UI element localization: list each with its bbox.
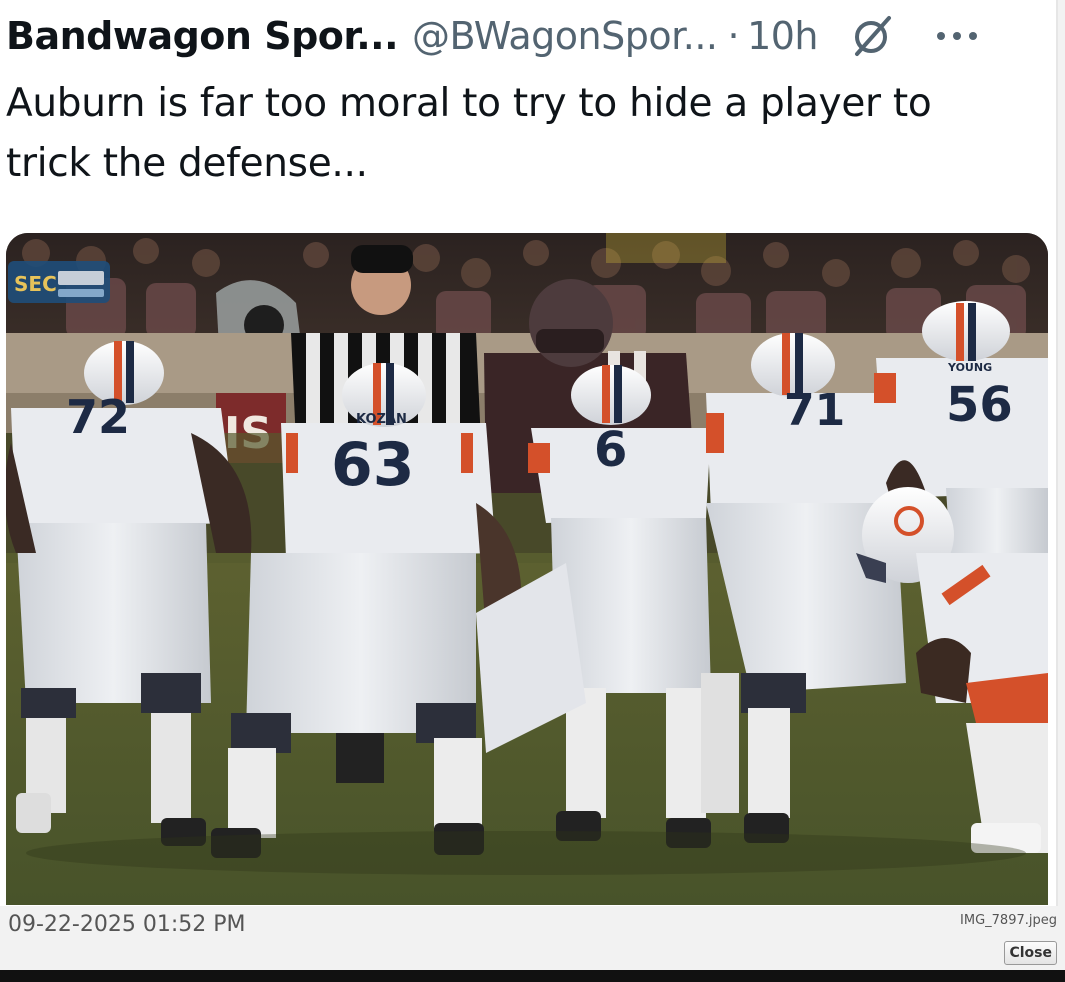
grok-slash-icon[interactable] [846,11,896,61]
sec-network-logo: SEC [8,261,110,303]
jersey-number: 71 [784,385,845,436]
jersey-number: 6 [594,422,627,478]
jersey-number: 56 [946,377,1013,433]
image-viewer: Bandwagon Spor... @BWagonSpor... · 10h A… [0,0,1065,970]
jersey-nameplate: KOZAN [356,412,407,427]
dot-separator: · [727,14,740,58]
author-handle[interactable]: @BWagonSpor... [412,14,718,58]
more-horizontal-icon[interactable] [932,11,982,61]
tweet-photo[interactable]: SEC IS [6,233,1048,905]
network-bug-label: SEC [14,272,57,296]
file-name: IMG_7897.jpeg [960,913,1057,928]
football-photo: SEC IS [6,233,1048,905]
close-button[interactable]: Close [1004,941,1057,965]
tweet-text: Auburn is far too moral to try to hide a… [6,81,932,186]
jersey-number: 63 [331,430,415,500]
author-name[interactable]: Bandwagon Spor... [6,14,399,58]
tweet-card: Bandwagon Spor... @BWagonSpor... · 10h A… [0,0,1058,906]
photo-date: 09-22-2025 01:52 PM [8,912,246,937]
jersey-nameplate: YOUNG [947,361,992,374]
tweet-timestamp[interactable]: 10h [747,14,818,58]
tweet-header: Bandwagon Spor... @BWagonSpor... · 10h [6,8,1056,64]
jersey-number: 72 [66,390,130,444]
